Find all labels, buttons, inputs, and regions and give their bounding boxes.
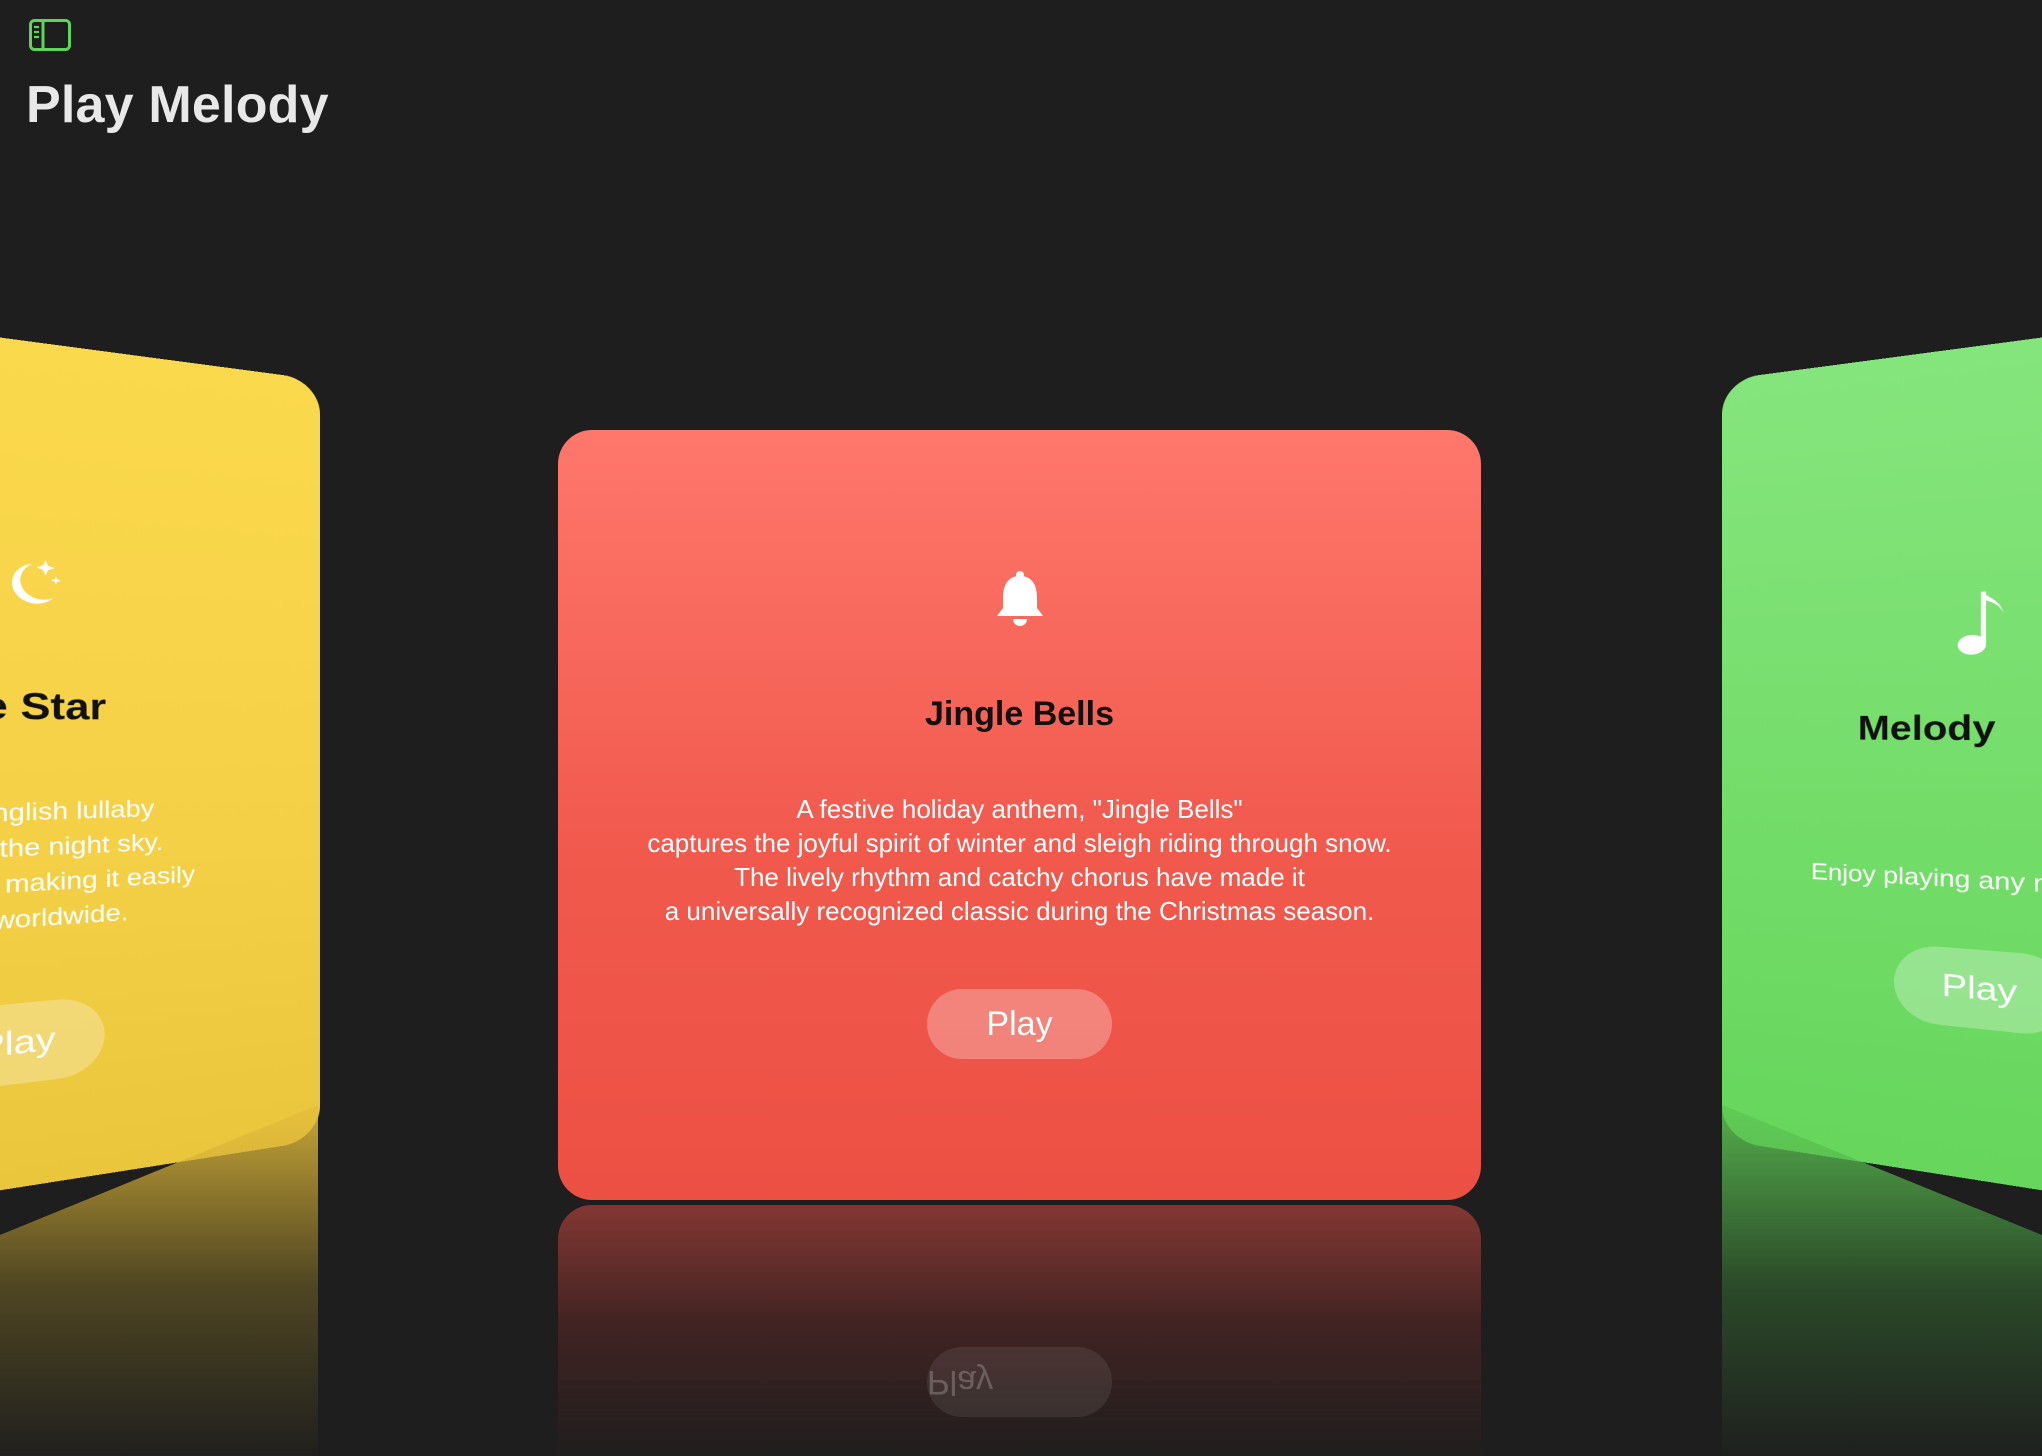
card-reflection: Play bbox=[558, 1205, 1481, 1456]
card-title: le Twinkle Little Star bbox=[0, 680, 107, 728]
card-title: Melody bbox=[1857, 708, 1996, 748]
card-description: A festive holiday anthem, "Jingle Bells"… bbox=[647, 794, 1392, 926]
music-note-icon bbox=[1956, 586, 2008, 658]
bell-icon bbox=[994, 570, 1046, 630]
card-description: Little Star" is a classic English lullab… bbox=[0, 794, 195, 958]
moon-stars-icon bbox=[0, 551, 62, 616]
melody-carousel[interactable]: le Twinkle Little Star Little Star" is a… bbox=[0, 0, 2042, 1456]
card-title: Jingle Bells bbox=[925, 695, 1114, 733]
card-description: Enjoy playing any melody y bbox=[1810, 858, 2042, 904]
play-button[interactable]: Play bbox=[0, 995, 105, 1096]
card-jingle-bells[interactable]: Jingle Bells A festive holiday anthem, "… bbox=[558, 430, 1481, 1200]
play-button-reflection: Play bbox=[927, 1347, 1112, 1417]
play-button[interactable]: Play bbox=[1893, 943, 2042, 1039]
play-button[interactable]: Play bbox=[927, 989, 1112, 1059]
app-window: Play Melody le Twinkle Little Star Littl… bbox=[0, 0, 2042, 1456]
